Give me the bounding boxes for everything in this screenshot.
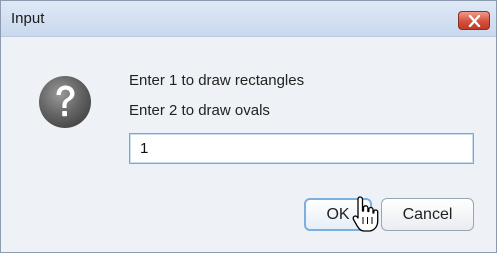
question-mark-icon: [39, 76, 91, 128]
close-button[interactable]: [458, 11, 490, 30]
message-line-1: Enter 1 to draw rectangles: [129, 72, 305, 89]
dialog-content: Enter 1 to draw rectangles Enter 2 to dr…: [1, 37, 496, 247]
window-title: Input: [11, 10, 45, 27]
value-input[interactable]: [129, 133, 474, 164]
message-line-2: Enter 2 to draw ovals: [129, 102, 270, 119]
title-bar[interactable]: Input: [1, 1, 496, 37]
input-dialog: Input Enter 1 to draw rectangles Enter 2…: [0, 0, 497, 253]
cancel-button[interactable]: Cancel: [381, 198, 474, 231]
hand-pointer-icon: [352, 196, 379, 232]
close-x-icon: [468, 15, 481, 27]
